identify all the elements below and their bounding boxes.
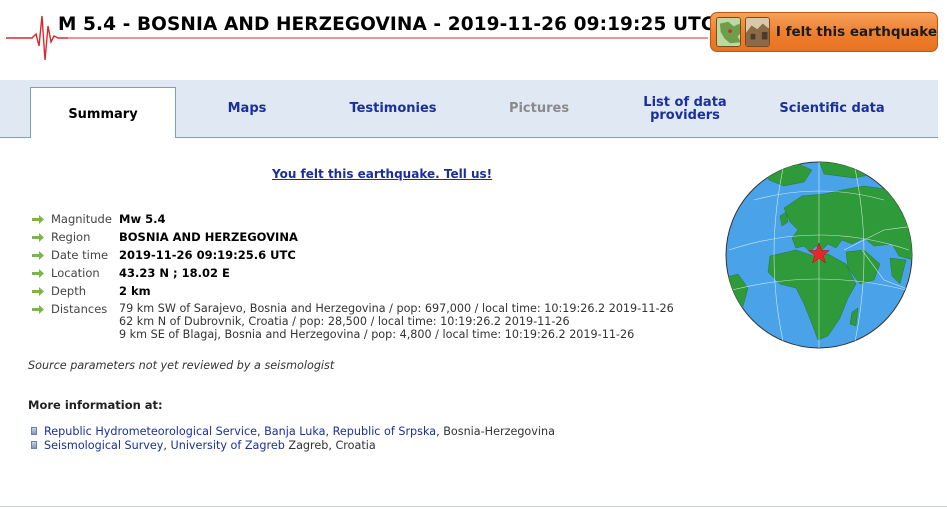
param-value: 2 km xyxy=(119,284,151,298)
agency-university-link[interactable]: University of Zagreb xyxy=(171,439,285,452)
tab-testimonies[interactable]: Testimonies xyxy=(338,80,448,137)
felt-button-label: I felt this earthquake xyxy=(775,24,937,40)
green-arrow-icon xyxy=(32,287,44,296)
param-value: 2019-11-26 09:19:25.6 UTC xyxy=(119,248,296,262)
list-item: Seismological Survey, University of Zagr… xyxy=(30,439,555,453)
distance-line: 9 km SE of Blagaj, Bosnia and Herzegovin… xyxy=(119,328,635,341)
square-bullet-icon xyxy=(31,441,37,449)
param-label: Region xyxy=(51,230,91,244)
green-arrow-icon xyxy=(32,305,44,314)
distance-line: 62 km N of Dubrovnik, Croatia / pop: 28,… xyxy=(119,315,570,328)
green-arrow-icon xyxy=(32,251,44,260)
distance-list: 79 km SW of Sarajevo, Bosnia and Herzego… xyxy=(119,302,674,341)
tab-maps[interactable]: Maps xyxy=(200,80,294,137)
tab-bar: Summary Maps Testimonies Pictures List o… xyxy=(0,80,938,138)
title-underline xyxy=(58,37,708,39)
tab-summary[interactable]: Summary xyxy=(30,87,176,138)
param-label: Date time xyxy=(51,248,109,262)
felt-earthquake-link[interactable]: You felt this earthquake. Tell us! xyxy=(272,167,492,181)
agency-city-link[interactable]: Banja Luka xyxy=(264,425,325,438)
list-item: Republic Hydrometeorological Service, Ba… xyxy=(30,425,555,439)
tab-pictures: Pictures xyxy=(508,101,570,116)
param-label: Location xyxy=(51,266,100,280)
param-value: 43.23 N ; 18.02 E xyxy=(119,266,230,280)
map-thumbnail-icon xyxy=(716,17,741,47)
green-arrow-icon xyxy=(32,269,44,278)
agency-country: , Bosnia-Herzegovina xyxy=(436,425,555,438)
param-label: Magnitude xyxy=(51,212,112,226)
green-arrow-icon xyxy=(32,233,44,242)
source-note: Source parameters not yet reviewed by a … xyxy=(28,359,335,372)
tab-list-of-data-providers[interactable]: List of data providers xyxy=(630,80,740,137)
green-arrow-icon xyxy=(32,215,44,224)
event-title: M 5.4 - BOSNIA AND HERZEGOVINA - 2019-11… xyxy=(58,14,715,35)
footer-divider xyxy=(0,506,947,507)
distance-line: 79 km SW of Sarajevo, Bosnia and Herzego… xyxy=(119,302,674,315)
param-value: BOSNIA AND HERZEGOVINA xyxy=(119,230,298,244)
square-bullet-icon xyxy=(31,427,37,435)
param-value: Mw 5.4 xyxy=(119,212,166,226)
param-label: Depth xyxy=(51,284,87,298)
damage-photo-thumbnail-icon xyxy=(744,17,770,47)
epicenter-globe-map xyxy=(725,161,913,349)
agency-region-link[interactable]: Republic of Srpska xyxy=(333,425,436,438)
tab-scientific-data[interactable]: Scientific data xyxy=(770,80,894,137)
more-info-links: Republic Hydrometeorological Service, Ba… xyxy=(30,425,555,453)
param-label: Distances xyxy=(51,302,108,316)
more-info-heading: More information at: xyxy=(28,398,163,412)
agency-country: Zagreb, Croatia xyxy=(284,439,376,452)
agency-link[interactable]: Seismological Survey xyxy=(44,439,163,452)
agency-link[interactable]: Republic Hydrometeorological Service xyxy=(44,425,257,438)
i-felt-this-earthquake-button[interactable]: I felt this earthquake xyxy=(710,12,938,52)
